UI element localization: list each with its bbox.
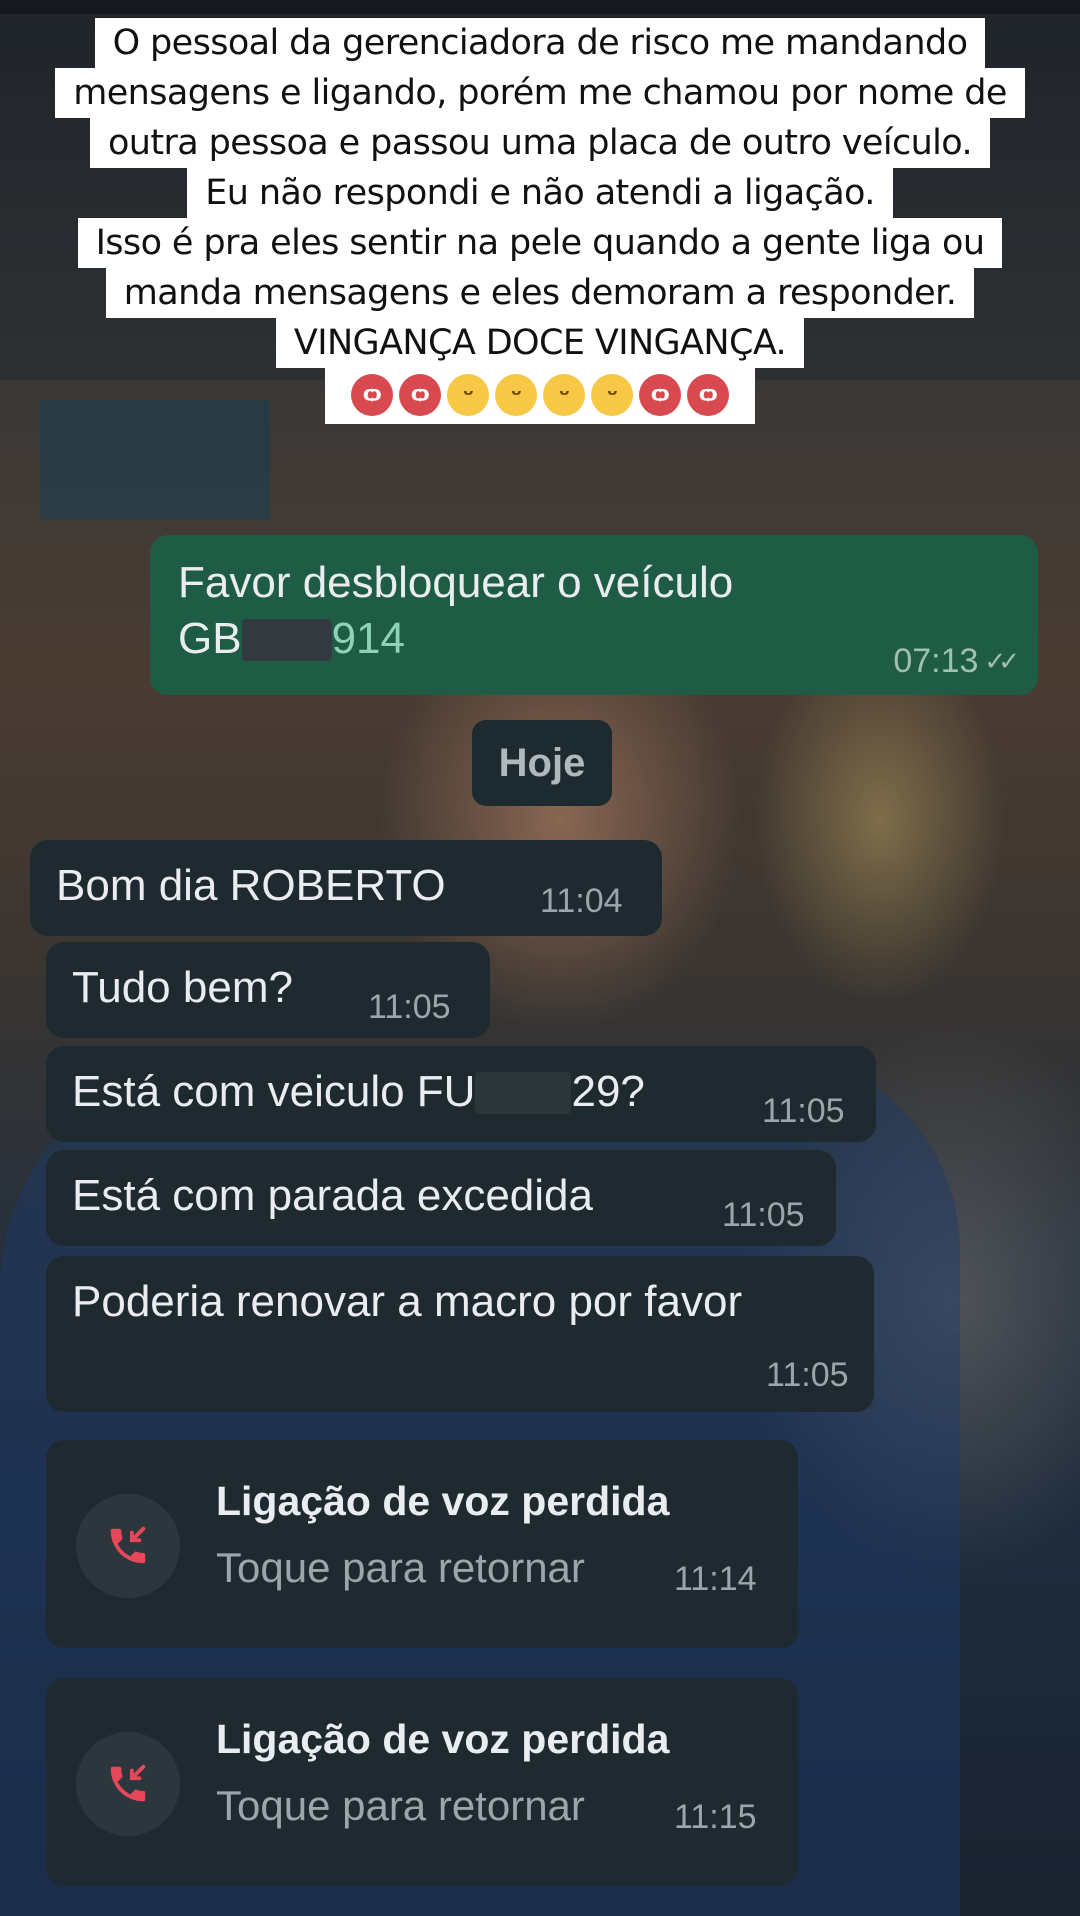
missed-call-icon-circle bbox=[76, 1732, 180, 1836]
message-time: 11:05 bbox=[722, 1196, 805, 1234]
grinning-face-icon: ᵕ bbox=[543, 374, 585, 416]
message-text: Tudo bem? bbox=[72, 963, 293, 1012]
grinning-face-icon: ᵕ bbox=[591, 374, 633, 416]
devil-face-icon: ѻ bbox=[639, 374, 681, 416]
grinning-face-icon: ᵕ bbox=[447, 374, 489, 416]
caption-line: O pessoal da gerenciadora de risco me ma… bbox=[94, 18, 986, 68]
call-subtitle: Toque para retornar bbox=[216, 1782, 585, 1829]
message-text: Está com parada excedida bbox=[72, 1171, 593, 1220]
call-subtitle: Toque para retornar bbox=[216, 1544, 585, 1591]
top-edge bbox=[0, 0, 1080, 14]
devil-face-icon: ѻ bbox=[687, 374, 729, 416]
incoming-message[interactable]: Tudo bem? 11:05 bbox=[46, 942, 490, 1038]
plate-start: GB bbox=[178, 614, 242, 663]
message-time: 11:05 bbox=[368, 988, 451, 1026]
message-time: 11:04 bbox=[540, 882, 623, 920]
caption-emoji-row: ѻ ѻ ᵕ ᵕ ᵕ ᵕ ѻ ѻ bbox=[325, 368, 755, 424]
caption-line: mensagens e ligando, porém me chamou por… bbox=[55, 68, 1025, 118]
caption-overlay: O pessoal da gerenciadora de risco me ma… bbox=[0, 18, 1080, 424]
call-time: 11:15 bbox=[674, 1798, 757, 1836]
outgoing-meta: 07:13 ✓✓ bbox=[893, 642, 1020, 681]
devil-face-icon: ѻ bbox=[399, 374, 441, 416]
message-text: Está com veiculo FU 29? bbox=[72, 1064, 645, 1120]
grinning-face-icon: ᵕ bbox=[495, 374, 537, 416]
call-time: 11:14 bbox=[674, 1560, 757, 1598]
missed-call-card[interactable]: Ligação de voz perdida Toque para retorn… bbox=[46, 1678, 798, 1886]
missed-call-icon bbox=[110, 1764, 146, 1802]
message-text: Poderia renovar a macro por favor bbox=[72, 1277, 743, 1326]
outgoing-time: 07:13 bbox=[893, 642, 979, 680]
devil-face-icon: ѻ bbox=[351, 374, 393, 416]
missed-call-icon bbox=[110, 1526, 146, 1564]
incoming-message[interactable]: Está com veiculo FU 29? 11:05 bbox=[46, 1046, 876, 1142]
outgoing-text-line1: Favor desbloquear o veículo bbox=[178, 558, 734, 607]
missed-call-card[interactable]: Ligação de voz perdida Toque para retorn… bbox=[46, 1440, 798, 1648]
message-text-start: Está com veiculo FU bbox=[72, 1067, 476, 1116]
incoming-message[interactable]: Poderia renovar a macro por favor 11:05 bbox=[46, 1256, 874, 1412]
call-title: Ligação de voz perdida bbox=[216, 1478, 670, 1524]
message-text: Bom dia ROBERTO bbox=[56, 861, 446, 910]
caption-line: VINGANÇA DOCE VINGANÇA. bbox=[275, 318, 805, 368]
message-time: 11:05 bbox=[766, 1356, 849, 1394]
message-time: 11:05 bbox=[762, 1092, 845, 1130]
missed-call-icon-circle bbox=[76, 1494, 180, 1598]
incoming-message[interactable]: Bom dia ROBERTO 11:04 bbox=[30, 840, 662, 936]
outgoing-plate: GB 914 bbox=[178, 611, 405, 667]
call-title: Ligação de voz perdida bbox=[216, 1716, 670, 1762]
outgoing-message[interactable]: Favor desbloquear o veículo GB 914 07:13 … bbox=[150, 535, 1038, 695]
plate-end: 914 bbox=[331, 614, 405, 663]
date-divider: Hoje bbox=[472, 720, 612, 806]
double-check-icon: ✓✓ bbox=[984, 646, 1019, 676]
message-text-end: 29? bbox=[571, 1067, 645, 1116]
incoming-message[interactable]: Está com parada excedida 11:05 bbox=[46, 1150, 836, 1246]
caption-line: manda mensagens e eles demoram a respond… bbox=[105, 268, 975, 318]
redaction-box bbox=[475, 1072, 572, 1114]
redaction-box bbox=[241, 619, 332, 661]
caption-line: Isso é pra eles sentir na pele quando a … bbox=[77, 218, 1003, 268]
caption-line: Eu não respondi e não atendi a ligação. bbox=[187, 168, 893, 218]
caption-line: outra pessoa e passou uma placa de outro… bbox=[89, 118, 991, 168]
